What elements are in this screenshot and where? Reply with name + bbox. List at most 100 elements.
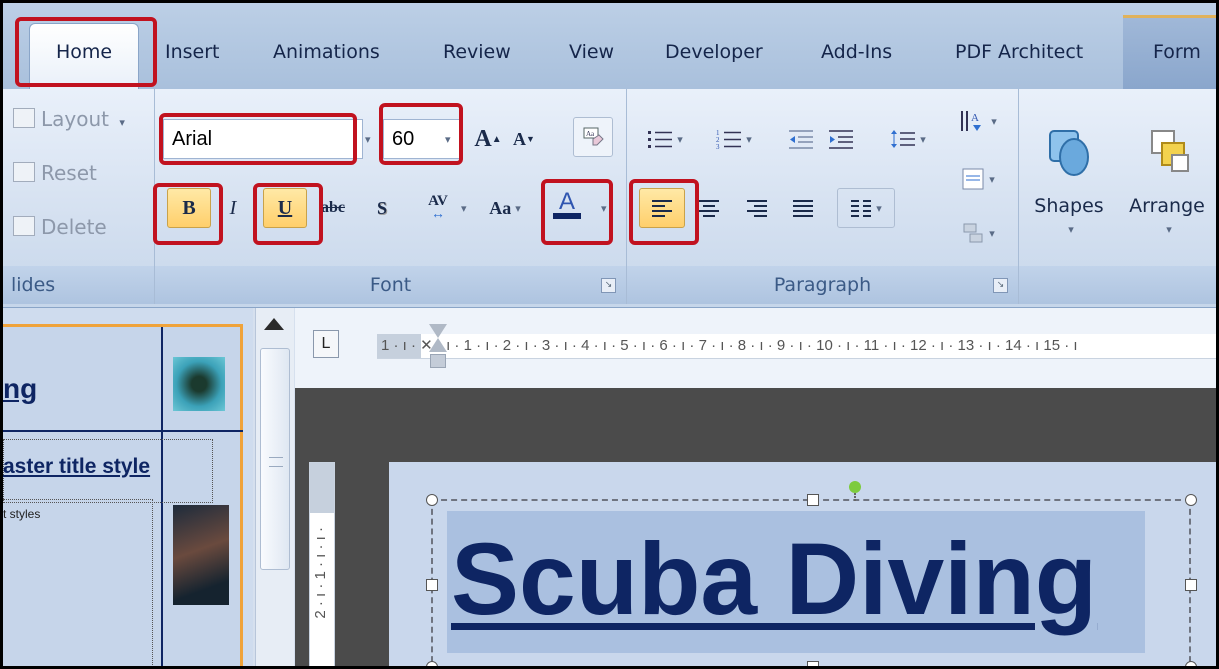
- grip-icon: [269, 457, 283, 467]
- svg-text:A: A: [971, 112, 979, 124]
- resize-handle-left[interactable]: [426, 579, 438, 591]
- tab-home[interactable]: Home: [29, 23, 139, 89]
- paragraph-dialog-launcher-icon[interactable]: ↘: [993, 278, 1008, 293]
- thumbnail-rule: [3, 430, 243, 432]
- font-color-swatch: [553, 213, 581, 219]
- horizontal-ruler[interactable]: 1 · ı · ✕ · ı · 1 · ı · 2 · ı · 3 · ı · …: [377, 334, 1216, 359]
- font-name-box[interactable]: Arial: [163, 119, 363, 159]
- increase-indent-button[interactable]: [823, 119, 859, 159]
- ruler-bar: L 1 · ı · ✕ · ı · 1 · ı · 2 · ı · 3 · ı …: [295, 308, 1216, 388]
- numbered-list-icon: 123: [716, 129, 742, 150]
- decrease-indent-button[interactable]: [783, 119, 819, 159]
- slides-group: Layout ▾ Reset Delete lides: [3, 89, 155, 304]
- slide-thumbnail[interactable]: ng aster title style t styles: [3, 324, 243, 666]
- slides-group-label: lides: [3, 266, 154, 304]
- change-case-button[interactable]: Aa ▾: [483, 188, 527, 228]
- slide-title[interactable]: Scuba Diving: [451, 509, 1097, 649]
- reset-icon: [13, 162, 35, 182]
- thumbnail-body-text: t styles: [3, 507, 41, 521]
- line-spacing-button[interactable]: ▾: [881, 119, 935, 159]
- paragraph-group-label: Paragraph: [627, 266, 1018, 304]
- paragraph-group: ▾ 1 2 3 ▾ ▾ A ▾ ▾ ▾ ▾ Paragraph ↘: [627, 89, 1019, 304]
- align-text-icon: [962, 168, 984, 190]
- rotate-handle[interactable]: [849, 481, 861, 493]
- text-shadow-button[interactable]: S: [367, 188, 397, 228]
- scroll-up-arrow-icon[interactable]: [264, 318, 284, 330]
- underline-button[interactable]: U: [263, 188, 307, 228]
- font-color-dropdown-icon[interactable]: ▾: [601, 202, 607, 215]
- tab-format[interactable]: Form: [1123, 15, 1216, 89]
- resize-handle-right[interactable]: [1185, 579, 1197, 591]
- font-name-dropdown-icon[interactable]: ▾: [365, 133, 371, 146]
- resize-handle-bottom[interactable]: [807, 661, 819, 666]
- tab-animations[interactable]: Animations: [273, 41, 380, 63]
- tab-pdf-architect[interactable]: PDF Architect: [955, 41, 1083, 63]
- thumbnail-scrollbar[interactable]: [255, 308, 294, 666]
- thumbnail-title: ng: [3, 373, 38, 404]
- resize-handle-top[interactable]: [807, 494, 819, 506]
- columns-icon: [851, 200, 872, 217]
- resize-handle-top-right[interactable]: [1185, 494, 1197, 506]
- convert-smartart-button[interactable]: ▾: [953, 213, 1003, 253]
- tab-add-ins[interactable]: Add-Ins: [821, 41, 892, 63]
- tab-review[interactable]: Review: [443, 41, 511, 63]
- svg-text:3: 3: [716, 143, 720, 150]
- slide-canvas[interactable]: Scuba Diving: [389, 462, 1216, 666]
- align-left-button[interactable]: [639, 188, 685, 228]
- layout-button[interactable]: Layout ▾: [13, 107, 125, 131]
- bullets-button[interactable]: ▾: [639, 119, 691, 159]
- spacing-dropdown-icon[interactable]: ▾: [461, 202, 467, 215]
- align-right-icon: [747, 200, 767, 217]
- strikethrough-button[interactable]: abc: [315, 188, 351, 228]
- resize-handle-bottom-left[interactable]: [426, 661, 438, 666]
- font-size-box[interactable]: 60: [383, 119, 463, 159]
- align-left-icon: [652, 200, 672, 217]
- shrink-font-button[interactable]: A ▼: [509, 119, 539, 159]
- justify-button[interactable]: [785, 188, 821, 228]
- grow-font-button[interactable]: A ▲: [471, 119, 505, 159]
- tab-insert[interactable]: Insert: [165, 41, 220, 63]
- justify-icon: [793, 200, 813, 217]
- align-text-button[interactable]: ▾: [953, 159, 1003, 199]
- columns-button[interactable]: ▾: [837, 188, 895, 228]
- clear-formatting-button[interactable]: Aa: [573, 117, 613, 157]
- vertical-ruler[interactable]: 2 · ı · 1 · ı · ı ·: [309, 462, 335, 666]
- arrange-icon: [1151, 129, 1189, 172]
- font-color-button[interactable]: A: [547, 185, 587, 225]
- font-size-dropdown-icon[interactable]: ▾: [445, 133, 451, 146]
- eraser-icon: Aa: [583, 127, 604, 146]
- text-direction-button[interactable]: A ▾: [953, 101, 1003, 141]
- resize-handle-top-left[interactable]: [426, 494, 438, 506]
- scrollbar-thumb[interactable]: [260, 348, 290, 570]
- reset-button[interactable]: Reset: [13, 161, 97, 185]
- font-group-label: Font: [155, 266, 626, 304]
- thumbnail-body-placeholder: [3, 499, 153, 666]
- font-dialog-launcher-icon[interactable]: ↘: [601, 278, 616, 293]
- numbering-button[interactable]: 1 2 3 ▾: [707, 119, 761, 159]
- delete-slide-button[interactable]: Delete: [13, 215, 107, 239]
- layout-icon: [13, 108, 35, 128]
- bold-button[interactable]: B: [167, 188, 211, 228]
- line-spacing-icon: [891, 130, 916, 148]
- diver-photo-large: [173, 505, 229, 605]
- align-center-icon: [699, 200, 719, 217]
- svg-text:Aa: Aa: [586, 130, 595, 138]
- bullet-list-icon: [648, 131, 673, 148]
- tab-developer[interactable]: Developer: [665, 41, 763, 63]
- align-right-button[interactable]: [739, 188, 775, 228]
- title-placeholder-selection[interactable]: Scuba Diving: [426, 481, 1197, 666]
- decrease-indent-icon: [789, 130, 813, 149]
- italic-button[interactable]: I: [219, 188, 247, 228]
- tab-selector[interactable]: L: [313, 330, 339, 358]
- tab-view[interactable]: View: [569, 41, 614, 63]
- align-center-button[interactable]: [691, 188, 727, 228]
- arrange-button[interactable]: Arrange ▾: [1119, 105, 1215, 255]
- text-direction-icon: A: [961, 111, 982, 131]
- shapes-icon: [1049, 129, 1089, 176]
- resize-handle-bottom-right[interactable]: [1185, 661, 1197, 666]
- indent-markers[interactable]: [429, 324, 447, 380]
- character-spacing-button[interactable]: AV ↔: [409, 188, 467, 228]
- powerpoint-window: Home Insert Animations Review View Devel…: [0, 0, 1219, 669]
- font-group: Arial ▾ 60 ▾ A ▲ A ▼ Aa B I U abc S AV ↔ ▾ …: [155, 89, 627, 304]
- shapes-button[interactable]: Shapes ▾: [1029, 105, 1109, 255]
